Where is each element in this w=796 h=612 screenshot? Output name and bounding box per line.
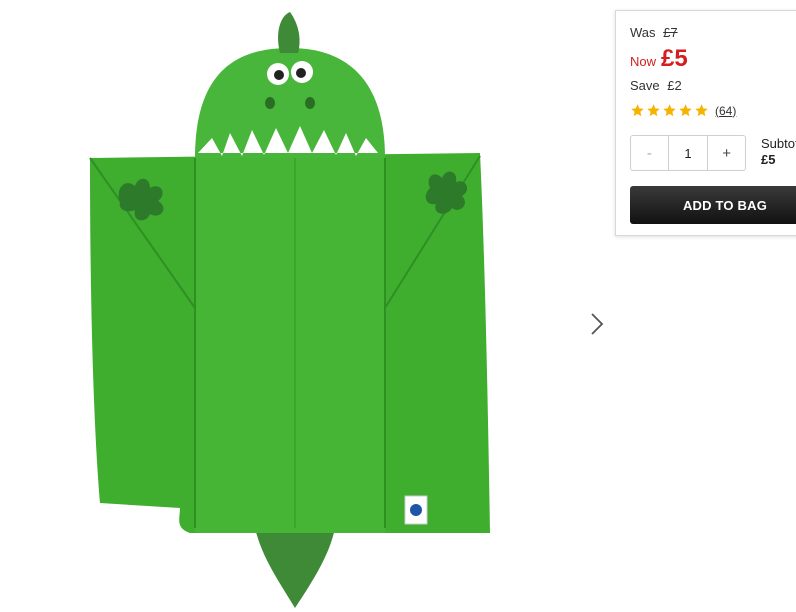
star-icon (631, 104, 644, 117)
review-count: 64 (719, 103, 733, 118)
add-to-bag-button[interactable]: ADD TO BAG (630, 186, 796, 224)
was-value: £7 (663, 25, 678, 40)
price-panel: Was £7 Now £5 Save £2 (64) - 1 + Subto £… (615, 10, 796, 236)
quantity-decrease-button[interactable]: - (631, 136, 668, 170)
now-price: Now £5 (630, 45, 688, 73)
subtotal-value: £5 (761, 152, 776, 167)
gallery-next-button[interactable] (585, 309, 609, 339)
product-image (89, 12, 490, 608)
was-price: Was £7 (630, 25, 678, 40)
star-icon (679, 104, 692, 117)
star-rating (630, 103, 709, 118)
star-icon (695, 104, 708, 117)
was-label: Was (630, 25, 656, 40)
review-count-link[interactable]: (64) (715, 104, 736, 118)
quantity-stepper: - 1 + (630, 135, 746, 171)
product-rating[interactable]: (64) (630, 103, 736, 118)
subtotal: Subtotal £5 (761, 136, 796, 168)
now-value: £5 (661, 45, 688, 72)
save-value: £2 (667, 78, 682, 93)
star-icon (647, 104, 660, 117)
star-icon (663, 104, 676, 117)
subtotal-label: Subtotal (761, 136, 796, 151)
quantity-increase-button[interactable]: + (708, 136, 745, 170)
now-label: Now (630, 54, 657, 69)
save-amount: Save £2 (630, 78, 682, 93)
chevron-right-icon (591, 313, 604, 335)
quantity-input[interactable]: 1 (667, 136, 709, 170)
product-page: Was £7 Now £5 Save £2 (64) - 1 + Subto £… (0, 0, 796, 612)
save-label: Save (630, 78, 660, 93)
